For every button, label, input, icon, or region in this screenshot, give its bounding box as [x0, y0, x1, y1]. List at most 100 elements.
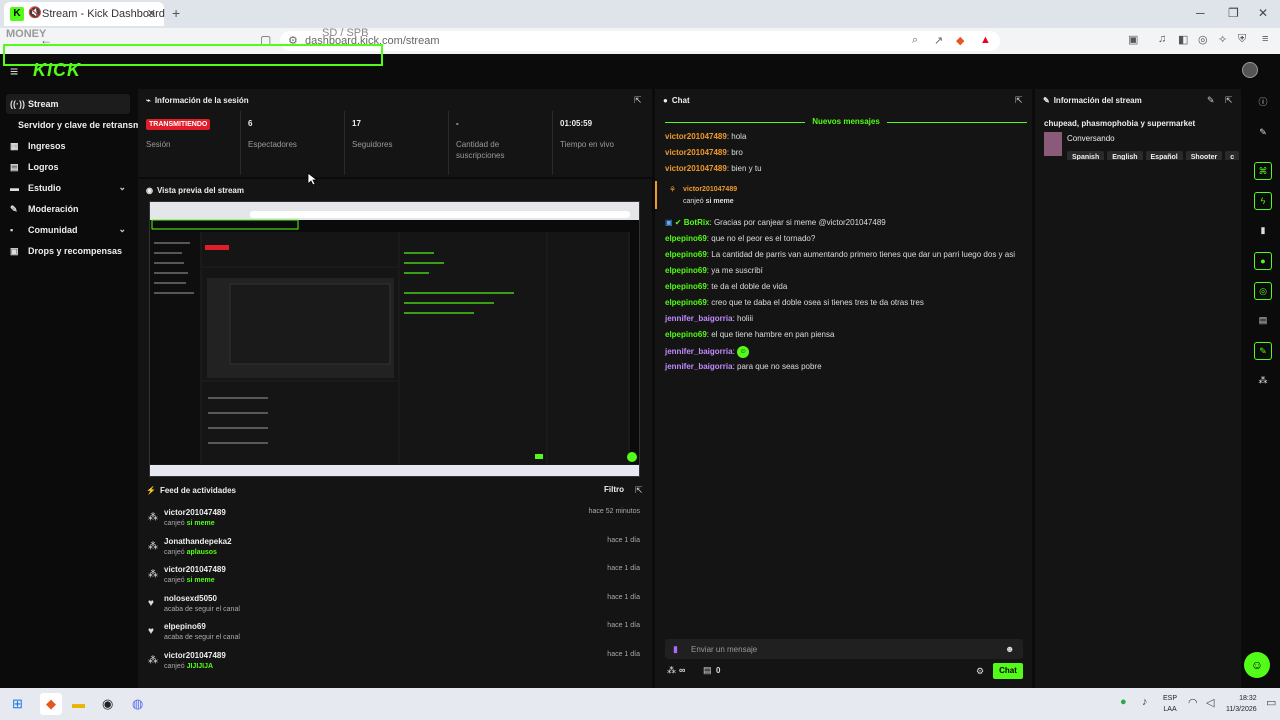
sidebar-item-estudio[interactable]: ▬ Estudio ⌄ — [6, 178, 130, 198]
chat-username[interactable]: elpepino69 — [665, 282, 707, 291]
activity-user[interactable]: victor201047489 — [164, 565, 226, 574]
volume-icon[interactable]: ◁ — [1206, 696, 1214, 709]
sidebar-item-drops[interactable]: ▣ Drops y recompensas — [6, 241, 130, 261]
watermark-text: SD / SPB — [322, 27, 369, 39]
mod-icon[interactable]: ⌘ — [1254, 162, 1272, 180]
bolt-icon[interactable]: ϟ — [1254, 192, 1272, 210]
chat-username[interactable]: elpepino69 — [665, 250, 707, 259]
discord-icon[interactable]: ◍ — [132, 696, 143, 712]
clock[interactable]: 18:32 11/3/2026 — [1226, 693, 1257, 715]
sidebar-item-comunidad[interactable]: ▪ Comunidad ⌄ — [6, 220, 130, 240]
share-icon[interactable]: ↗ — [934, 34, 943, 47]
category-thumbnail — [1044, 132, 1062, 156]
points-icon[interactable]: ⁂ — [667, 665, 676, 676]
close-tab-icon[interactable]: ✕ — [147, 7, 156, 20]
activity-user[interactable]: nolosexd5050 — [164, 594, 217, 603]
menu-icon[interactable]: ≡ — [1262, 33, 1268, 45]
microphone-icon[interactable]: ♪ — [1142, 696, 1148, 708]
sidebar-icon[interactable]: ◧ — [1178, 33, 1188, 46]
file-explorer-icon[interactable]: ▬ — [72, 696, 85, 711]
stream-tag[interactable]: Shooter — [1185, 151, 1223, 160]
info-icon[interactable]: ⓘ — [1254, 94, 1272, 112]
chat-text: : el que tiene hambre en pan piensa — [706, 330, 835, 339]
panel-title: ⚡ Feed de actividades — [146, 486, 236, 495]
language-indicator[interactable]: ESP LAA — [1163, 693, 1177, 715]
sidebar-item-stream[interactable]: ((·)) Stream — [6, 94, 130, 114]
wifi-icon[interactable]: ◠ — [1188, 696, 1198, 709]
brave-browser-icon[interactable]: ◆ — [40, 693, 62, 715]
stream-tag[interactable]: Spanish — [1067, 151, 1105, 160]
chat-username[interactable]: victor201047489 — [665, 132, 727, 141]
points-icon[interactable]: ⁂ — [1254, 372, 1272, 390]
avatar[interactable] — [1242, 62, 1258, 78]
gift-icon[interactable]: ▤ — [703, 665, 712, 676]
popout-icon[interactable]: ⇱ — [635, 485, 643, 496]
popout-icon[interactable]: ⇱ — [1225, 95, 1233, 106]
chat-username[interactable]: BotRix — [684, 218, 710, 227]
divider — [240, 111, 241, 175]
chat-username[interactable]: elpepino69 — [665, 266, 707, 275]
obs-icon[interactable]: ◉ — [102, 696, 113, 712]
divider — [552, 111, 553, 175]
edit-icon[interactable]: ✎ — [1207, 95, 1215, 106]
brave-rewards-icon[interactable]: ▲ — [980, 34, 991, 46]
url-field[interactable]: ⚙ dashboard.kick.com/stream ⌕ ↗ ◆ ▲ — [280, 31, 1000, 51]
broadcast-icon[interactable]: ◎ — [1254, 282, 1272, 300]
document-icon[interactable]: ▮ — [1254, 222, 1272, 240]
stream-tag[interactable]: c — [1225, 151, 1239, 160]
mic-icon[interactable]: ▮ — [673, 644, 678, 655]
sidebar-item-stream-key[interactable]: Servidor y clave de retransmisión — [6, 115, 162, 135]
stream-tag[interactable]: Español — [1145, 151, 1183, 160]
points-value: ∞ — [679, 665, 686, 675]
audio-icon[interactable]: 🔇 — [28, 6, 42, 19]
chat-icon[interactable]: ● — [1254, 252, 1272, 270]
music-icon[interactable]: ♫ — [1158, 33, 1166, 45]
chat-username[interactable]: jennifer_baigorria — [665, 347, 733, 356]
stream-preview[interactable] — [149, 201, 640, 477]
sidebar-item-ingresos[interactable]: ▦ Ingresos — [6, 136, 130, 156]
sidebar-item-moderacion[interactable]: ✎ Moderación — [6, 199, 130, 219]
emoji-icon[interactable]: ☻ — [1005, 644, 1014, 654]
gift-icon[interactable]: ▤ — [1254, 312, 1272, 330]
chevron-down-icon[interactable]: ⌄ — [118, 182, 126, 193]
restore-icon[interactable]: ❐ — [1228, 6, 1239, 20]
minimize-icon[interactable]: ─ — [1196, 6, 1205, 20]
pencil-icon[interactable]: ✎ — [1254, 124, 1272, 142]
wrench-icon[interactable]: ✎ — [1254, 342, 1272, 360]
category-name[interactable]: Conversando — [1067, 134, 1115, 143]
vpn-icon[interactable]: ◎ — [1198, 33, 1208, 46]
activity-user[interactable]: victor201047489 — [164, 651, 226, 660]
popout-icon[interactable]: ⇱ — [634, 95, 642, 106]
settings-icon[interactable]: ⚙ — [976, 666, 984, 677]
zoom-icon[interactable]: ⌕ — [912, 34, 918, 47]
activity-user[interactable]: elpepino69 — [164, 622, 206, 631]
activity-user[interactable]: victor201047489 — [164, 508, 226, 517]
support-button[interactable]: ☺ — [1244, 652, 1270, 678]
new-tab-button[interactable]: + — [172, 5, 180, 21]
wallet-icon[interactable]: ▣ — [1128, 33, 1138, 46]
filter-button[interactable]: Filtro — [604, 485, 624, 494]
chat-username[interactable]: jennifer_baigorria — [665, 362, 733, 371]
sidebar-item-logros[interactable]: ▤ Logros — [6, 157, 130, 177]
chat-username[interactable]: victor201047489 — [665, 148, 727, 157]
popout-icon[interactable]: ⇱ — [1015, 95, 1023, 106]
browser-tab[interactable]: K 🔇 Stream - Kick Dashboard ✕ — [4, 2, 165, 26]
chat-username[interactable]: elpepino69 — [665, 298, 707, 307]
shield-icon[interactable]: ⛨ — [1238, 33, 1246, 46]
chevron-down-icon[interactable]: ⌄ — [118, 224, 126, 235]
chat-username[interactable]: victor201047489 — [665, 164, 727, 173]
chat-username[interactable]: elpepino69 — [665, 234, 707, 243]
close-window-icon[interactable]: ✕ — [1258, 6, 1268, 20]
redeem-user[interactable]: victor201047489 — [683, 186, 737, 193]
drops-icon: ▣ — [10, 246, 19, 256]
chat-input[interactable]: ▮ Enviar un mensaje ☻ — [665, 639, 1023, 659]
brave-shield-icon[interactable]: ◆ — [956, 34, 964, 47]
chat-username[interactable]: jennifer_baigorria — [665, 314, 733, 323]
notifications-icon[interactable]: ▭ — [1266, 696, 1276, 709]
leo-icon[interactable]: ✧ — [1218, 33, 1227, 46]
stream-tag[interactable]: English — [1107, 151, 1143, 160]
send-chat-button[interactable]: Chat — [993, 663, 1023, 679]
activity-user[interactable]: Jonathandepeka2 — [164, 537, 232, 546]
windows-start-icon[interactable]: ⊞ — [12, 696, 23, 712]
chat-username[interactable]: elpepino69 — [665, 330, 707, 339]
